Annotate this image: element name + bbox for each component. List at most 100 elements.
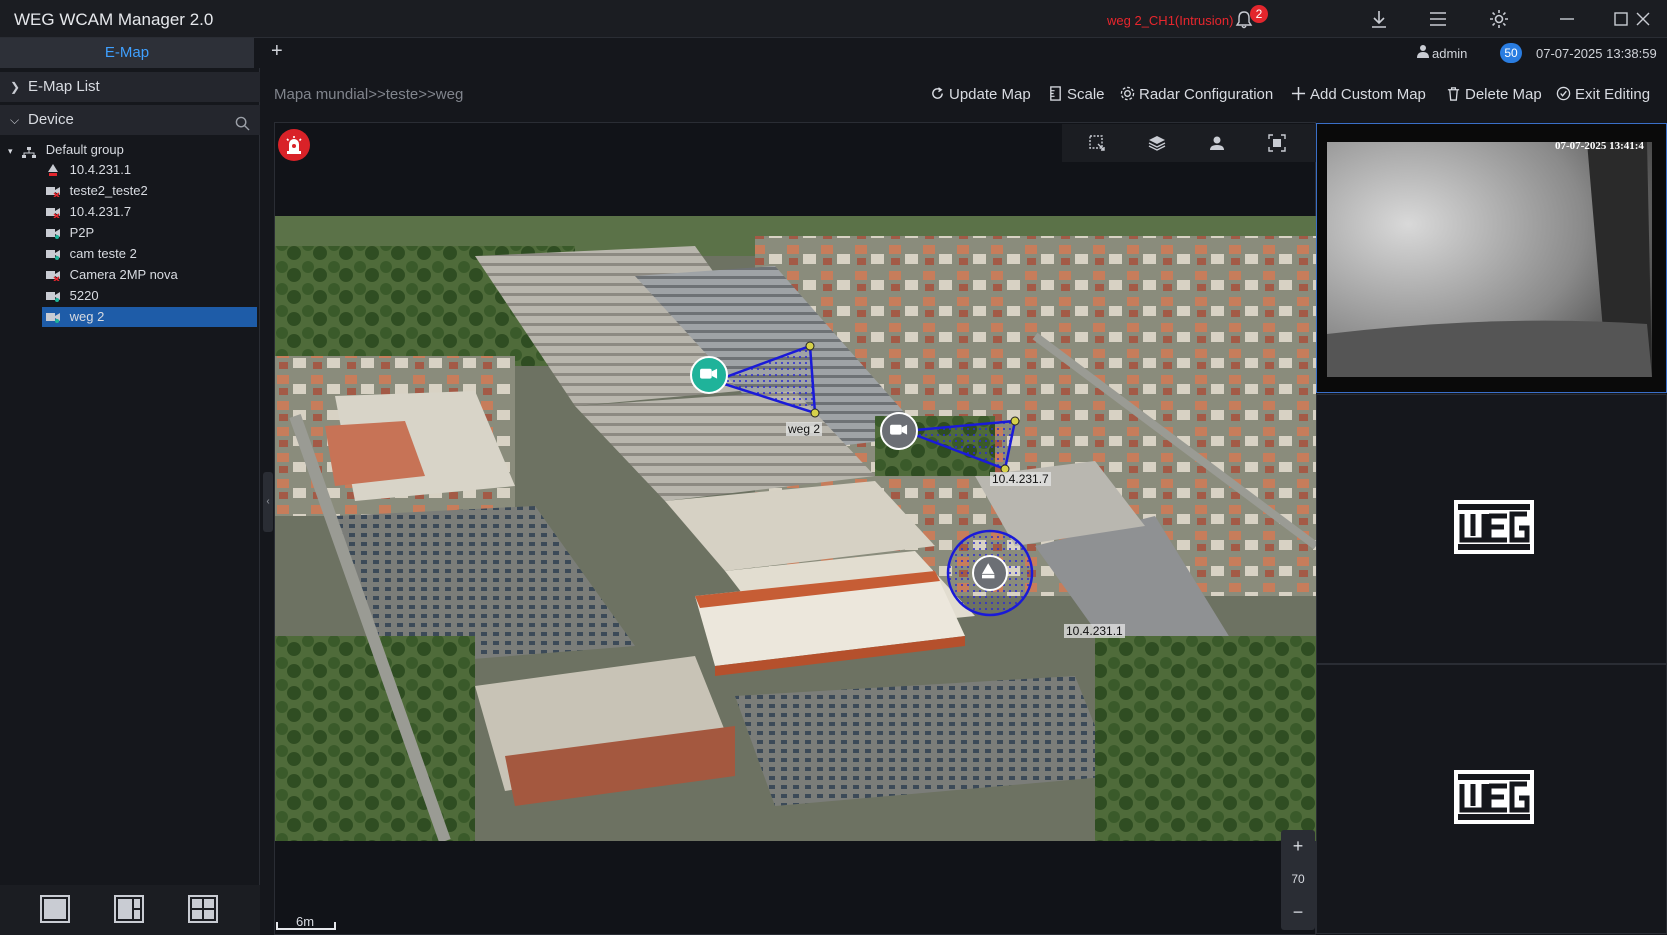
user-name[interactable]: admin <box>1432 46 1467 61</box>
aerial-map-image[interactable]: weg 2 10.4.231.7 10.4.231.1 <box>275 216 1316 841</box>
delete-map-button[interactable]: Delete Map <box>1446 86 1542 103</box>
channel-count-badge: 50 <box>1500 43 1522 63</box>
tree-item-device-4[interactable]: cam teste 2 <box>42 244 257 264</box>
alarm-siren-button[interactable] <box>278 129 310 161</box>
emap-list-label: E-Map List <box>28 78 100 95</box>
layout-1plus2-icon[interactable] <box>114 895 144 923</box>
alarm-notification-text[interactable]: weg 2_CH1(Intrusion) <box>1107 13 1233 28</box>
marker-label-10-4-231-7: 10.4.231.7 <box>990 472 1051 486</box>
camera-online-icon <box>46 249 60 260</box>
device-label: Device <box>28 111 74 128</box>
radar-configuration-button[interactable]: Radar Configuration <box>1120 86 1273 103</box>
alarm-count-badge: 2 <box>1250 5 1268 23</box>
fullscreen-icon[interactable] <box>1267 133 1287 153</box>
video-cell-3[interactable] <box>1316 664 1667 934</box>
add-tab-button[interactable]: + <box>271 40 283 63</box>
gear-icon[interactable] <box>1488 8 1510 30</box>
search-icon[interactable] <box>235 112 250 142</box>
sidebar-collapse-handle[interactable]: ‹ <box>263 472 273 532</box>
add-custom-map-label: Add Custom Map <box>1310 86 1426 103</box>
check-circle-icon <box>1556 86 1571 101</box>
scale-button[interactable]: Scale <box>1048 86 1105 103</box>
tree-item-device-1[interactable]: teste2_teste2 <box>42 181 257 201</box>
tab-bar: E-Map + admin 50 07-07-2025 13:38:59 <box>0 38 1667 68</box>
breadcrumb: Mapa mundial>>teste>>weg <box>274 86 464 103</box>
scale-label: Scale <box>1067 86 1105 103</box>
map-marker-10-4-231-1[interactable] <box>972 555 1008 591</box>
live-video-feed <box>1317 124 1666 392</box>
tree-item-device-0[interactable]: 10.4.231.1 <box>42 160 257 180</box>
camera-icon <box>890 424 908 435</box>
device-label: weg 2 <box>69 309 105 324</box>
camera-icon <box>700 368 718 379</box>
minimize-icon[interactable] <box>1556 8 1578 30</box>
app-title: WEG WCAM Manager 2.0 <box>14 10 214 29</box>
device-label: P2P <box>69 225 95 240</box>
camera-offline-icon <box>46 186 60 197</box>
layers-icon[interactable] <box>1147 133 1167 153</box>
sidebar: ❯ E-Map List ⌵ Device ▾ Default group 10… <box>0 68 260 935</box>
marker-label-10-4-231-1: 10.4.231.1 <box>1064 624 1125 638</box>
user-icon <box>1416 44 1430 61</box>
add-custom-map-button[interactable]: Add Custom Map <box>1291 86 1426 103</box>
trash-icon <box>1447 87 1460 101</box>
radar-gear-icon <box>1120 86 1135 101</box>
maximize-icon[interactable] <box>1610 8 1632 30</box>
camera-online-icon <box>46 312 60 323</box>
layout-2x2-icon[interactable] <box>188 895 218 923</box>
update-map-button[interactable]: Update Map <box>930 86 1031 103</box>
group-icon <box>22 145 37 158</box>
layout-1x1-icon[interactable] <box>40 895 70 923</box>
chevron-down-icon: ⌵ <box>10 113 20 127</box>
marker-label-weg-2: weg 2 <box>786 422 823 436</box>
map-marker-weg-2[interactable] <box>690 356 728 394</box>
tree-group-default[interactable]: ▾ Default group <box>8 140 124 160</box>
radar-config-label: Radar Configuration <box>1139 86 1274 103</box>
scale-bar <box>276 922 336 930</box>
zoom-level: 70 <box>1291 872 1305 886</box>
video-cell-1[interactable]: 07-07-2025 13:41:4 <box>1316 123 1667 393</box>
emap-list-header[interactable]: ❯ E-Map List <box>0 72 260 102</box>
tree-item-device-7-selected[interactable]: weg 2 <box>42 307 257 327</box>
camera-online-icon <box>46 291 60 302</box>
zoom-out-button[interactable]: − <box>1281 896 1315 929</box>
tree-item-device-3[interactable]: P2P <box>42 223 257 243</box>
zoom-control: + 70 − <box>1281 830 1315 930</box>
device-label: Camera 2MP nova <box>69 267 178 282</box>
camera-offline-icon <box>46 207 60 218</box>
clock: 07-07-2025 13:38:59 <box>1536 46 1657 61</box>
tree-item-device-6[interactable]: 5220 <box>42 286 257 306</box>
camera-offline-icon <box>46 270 60 281</box>
exit-editing-button[interactable]: Exit Editing <box>1556 86 1650 103</box>
exit-editing-label: Exit Editing <box>1575 86 1651 103</box>
tree-item-device-2[interactable]: 10.4.231.7 <box>42 202 257 222</box>
delete-map-label: Delete Map <box>1465 86 1542 103</box>
device-label: 5220 <box>69 288 99 303</box>
device-label: 10.4.231.1 <box>69 162 132 177</box>
plus-icon <box>1291 86 1306 101</box>
download-icon[interactable] <box>1368 8 1390 30</box>
close-icon[interactable] <box>1632 8 1654 30</box>
title-bar: WEG WCAM Manager 2.0 weg 2_CH1(Intrusion… <box>0 0 1667 38</box>
chevron-right-icon: ❯ <box>10 80 21 94</box>
device-header[interactable]: ⌵ Device <box>0 105 260 135</box>
map-tool-strip <box>1062 124 1316 162</box>
menu-icon[interactable] <box>1427 8 1449 30</box>
device-label: 10.4.231.7 <box>69 204 132 219</box>
sensor-icon <box>48 163 58 176</box>
device-label: cam teste 2 <box>69 246 137 261</box>
device-label: teste2_teste2 <box>69 183 148 198</box>
video-panel: 07-07-2025 13:41:4 <box>1316 122 1667 935</box>
caret-down-icon: ▾ <box>8 146 13 156</box>
tree-item-device-5[interactable]: Camera 2MP nova <box>42 265 257 285</box>
camera-online-icon <box>46 228 60 239</box>
video-cell-2[interactable] <box>1316 394 1667 664</box>
select-region-icon[interactable] <box>1087 133 1107 153</box>
update-map-label: Update Map <box>949 86 1031 103</box>
location-user-icon[interactable] <box>1207 133 1227 153</box>
weg-logo-icon <box>1454 500 1534 554</box>
ruler-icon <box>1050 86 1061 101</box>
tab-emap[interactable]: E-Map <box>0 38 254 68</box>
zoom-in-button[interactable]: + <box>1281 830 1315 863</box>
map-marker-10-4-231-7[interactable] <box>880 412 918 450</box>
